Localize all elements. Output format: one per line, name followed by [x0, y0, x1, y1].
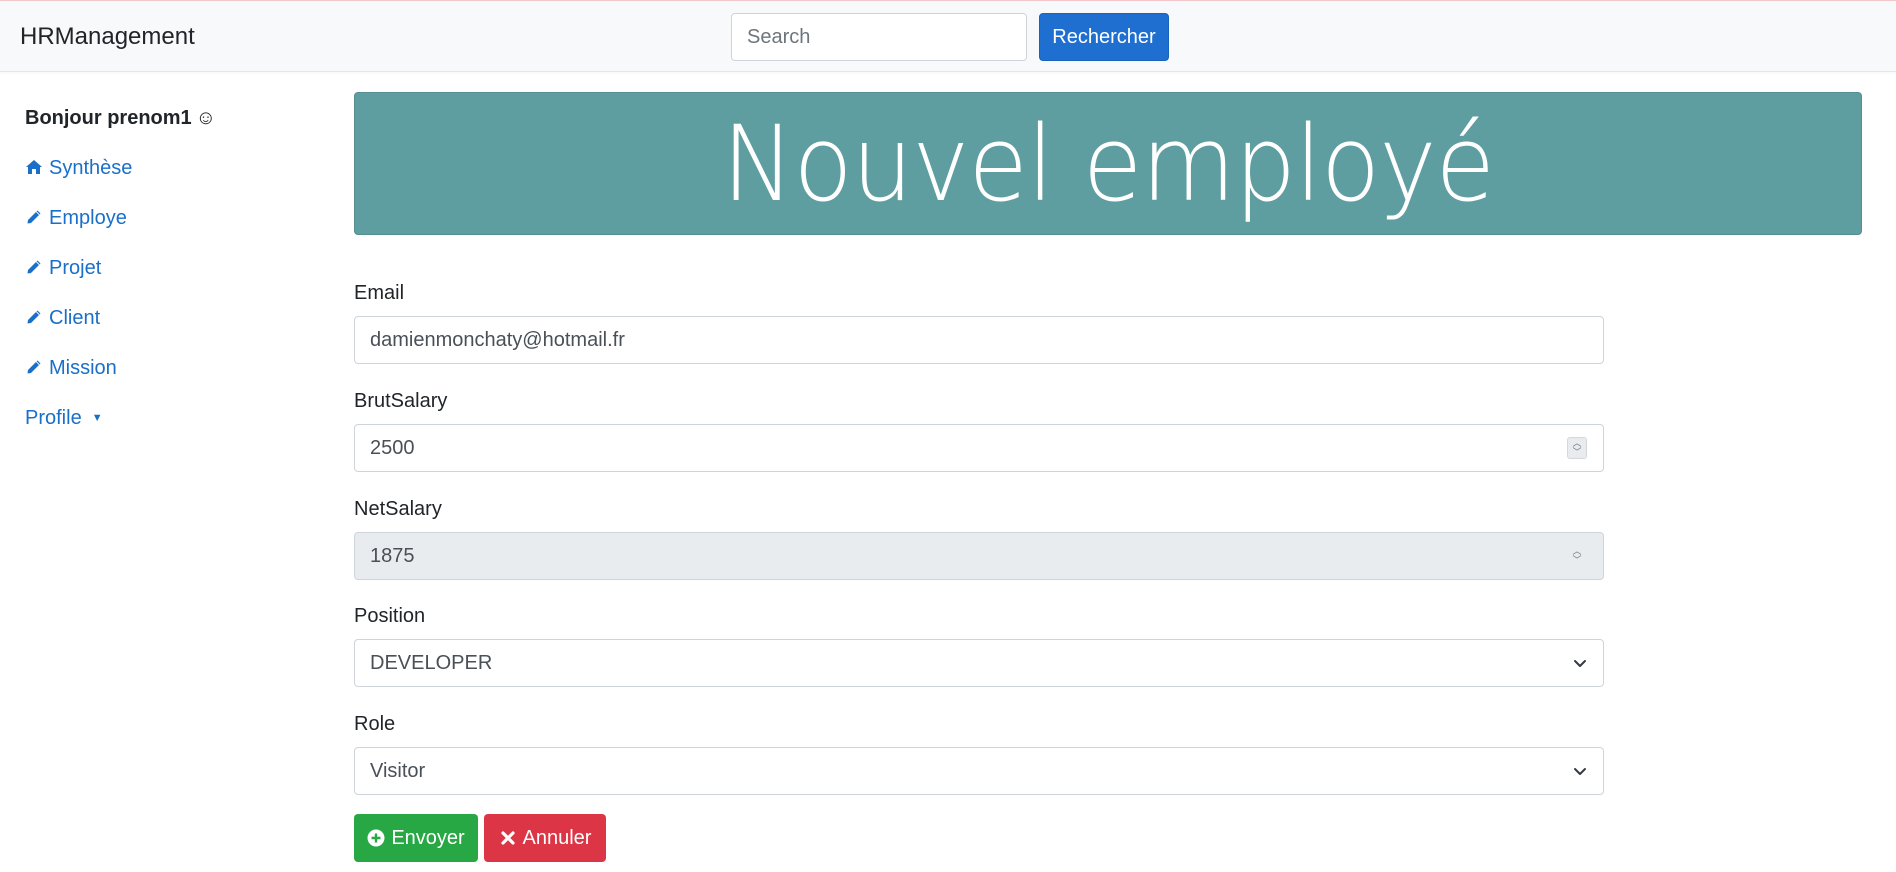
page-title: Nouvel employé: [721, 102, 1495, 225]
sidebar-item-profile[interactable]: Profile ▼: [25, 407, 103, 430]
caret-down-icon: ▼: [91, 412, 103, 424]
sidebar-item-label: Employe: [49, 207, 127, 229]
close-icon: [499, 829, 517, 847]
pencil-icon: [25, 359, 43, 378]
sidebar-item-client[interactable]: Client: [25, 307, 100, 330]
sidebar-item-employe[interactable]: Employe: [25, 207, 127, 230]
pencil-icon: [25, 309, 43, 328]
role-label: Role: [354, 713, 396, 735]
pencil-icon: [25, 209, 43, 228]
smile-icon: ☺: [195, 107, 217, 129]
search-input[interactable]: [731, 13, 1027, 61]
chevron-down-icon: ﹀: [1572, 447, 1582, 457]
chevron-down-icon: [1574, 660, 1586, 667]
email-value: damienmonchaty@hotmail.fr: [370, 328, 625, 351]
brut-salary-value: 2500: [370, 436, 415, 459]
search-button[interactable]: Rechercher: [1039, 13, 1169, 61]
position-label: Position: [354, 605, 426, 627]
net-salary-field: 1875 ︿ ﹀: [354, 532, 1604, 580]
sidebar-item-label: Profile: [25, 407, 82, 429]
position-select[interactable]: DEVELOPER: [354, 639, 1604, 687]
sidebar-item-label: Client: [49, 307, 101, 329]
sidebar-item-mission[interactable]: Mission: [25, 357, 117, 380]
home-icon: [25, 159, 43, 178]
chevron-down-icon: ﹀: [1572, 555, 1582, 565]
brand-link[interactable]: HRManagement: [20, 23, 195, 51]
greeting: Bonjour prenom1 ☺: [25, 107, 216, 130]
submit-button[interactable]: Envoyer: [354, 814, 478, 862]
sidebar: Bonjour prenom1 ☺ Synthèse Employe Projet…: [0, 72, 340, 872]
net-salary-label: NetSalary: [354, 498, 442, 520]
role-select[interactable]: Visitor: [354, 747, 1604, 795]
sidebar-item-projet[interactable]: Projet: [25, 257, 101, 280]
greeting-text: Bonjour prenom1: [25, 107, 192, 129]
number-spinner-icon: ︿ ﹀: [1567, 545, 1587, 567]
submit-button-label: Envoyer: [391, 826, 465, 849]
pencil-icon: [25, 259, 43, 278]
role-value: Visitor: [370, 759, 426, 782]
page-header-banner: Nouvel employé: [354, 92, 1862, 235]
top-navbar: HRManagement Rechercher: [0, 0, 1896, 72]
cancel-button[interactable]: Annuler: [484, 814, 606, 862]
plus-circle-icon: [367, 829, 385, 847]
email-field[interactable]: damienmonchaty@hotmail.fr: [354, 316, 1604, 364]
chevron-down-icon: [1574, 768, 1586, 775]
cancel-button-label: Annuler: [522, 826, 592, 849]
sidebar-item-label: Mission: [49, 357, 117, 379]
position-value: DEVELOPER: [370, 651, 493, 674]
brut-salary-field[interactable]: 2500 ︿ ﹀: [354, 424, 1604, 472]
net-salary-value: 1875: [370, 544, 415, 567]
number-spinner-icon[interactable]: ︿ ﹀: [1567, 437, 1587, 459]
brut-salary-label: BrutSalary: [354, 390, 448, 412]
sidebar-item-label: Projet: [49, 257, 102, 279]
sidebar-item-label: Synthèse: [49, 157, 133, 179]
sidebar-item-synthese[interactable]: Synthèse: [25, 157, 132, 180]
email-label: Email: [354, 282, 405, 304]
